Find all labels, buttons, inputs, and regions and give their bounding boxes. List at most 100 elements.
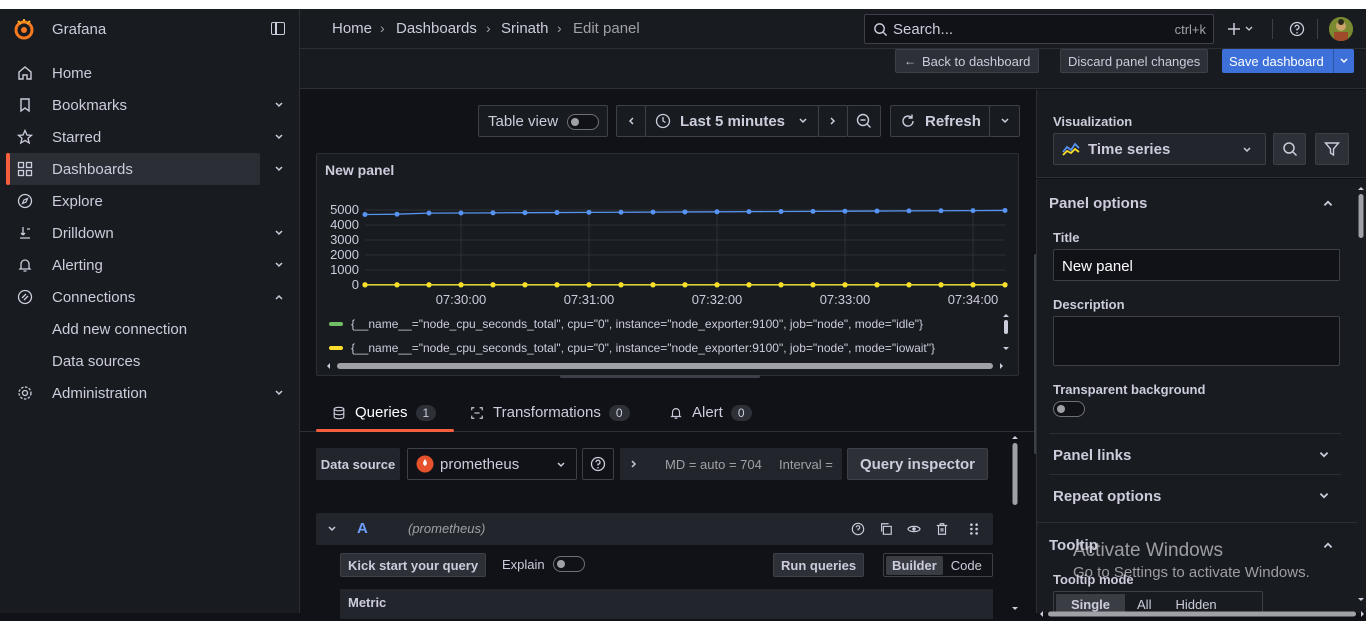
sidebar-item-administration[interactable]: Administration (6, 377, 283, 409)
avatar[interactable] (1329, 17, 1353, 41)
options-scrollbar[interactable] (1357, 184, 1365, 604)
help-button[interactable] (1287, 19, 1307, 39)
back-to-dashboard-button[interactable]: ← Back to dashboard (895, 49, 1040, 73)
sidebar-item-alerting[interactable]: Alerting (6, 249, 283, 281)
search-input[interactable]: Search... ctrl+k (864, 14, 1214, 44)
refresh-button[interactable]: Refresh (890, 105, 990, 137)
legend-item-iowait[interactable]: {__name__="node_cpu_seconds_total", cpu=… (329, 341, 935, 355)
tab-count-badge: 1 (415, 404, 437, 421)
tab-label: Alert (692, 404, 723, 421)
sidebar-item-dashboards[interactable]: Dashboards (6, 153, 283, 185)
chevron-down-icon[interactable] (1333, 49, 1354, 73)
series-point-0 (874, 208, 880, 214)
legend-label: {__name__="node_cpu_seconds_total", cpu=… (351, 317, 924, 331)
chevron-down-icon[interactable] (1318, 490, 1330, 502)
zoom-out-button[interactable] (847, 105, 881, 137)
chevron-down-icon[interactable] (1318, 449, 1330, 461)
discard-panel-changes-button[interactable]: Discard panel changes (1060, 49, 1209, 73)
data-source-select[interactable]: prometheus (407, 448, 577, 480)
eye-icon[interactable] (907, 522, 921, 536)
query-scrollbar[interactable] (1011, 433, 1019, 613)
legend-horizontal-scrollbar[interactable] (325, 358, 1005, 369)
time-range-picker[interactable]: Last 5 minutes (645, 105, 819, 137)
chevron-down-icon[interactable] (272, 162, 286, 176)
resize-handle[interactable] (560, 375, 760, 378)
series-point-2 (842, 282, 848, 288)
filter-options-button[interactable] (1315, 133, 1349, 165)
chevron-down-icon[interactable] (272, 226, 286, 240)
title-field[interactable]: New panel (1053, 249, 1340, 281)
builder-mode-option[interactable]: Builder (886, 555, 943, 575)
refresh-interval-button[interactable] (989, 105, 1020, 137)
repeat-options-header[interactable]: Repeat options (1053, 488, 1161, 505)
series-point-0 (970, 208, 976, 214)
tab-queries[interactable]: Queries 1 (332, 404, 437, 421)
options-horizontal-scrollbar[interactable] (1038, 605, 1366, 617)
series-point-0 (618, 209, 624, 215)
query-ref-id[interactable]: A (357, 520, 368, 537)
table-view-toggle[interactable]: Table view (478, 105, 608, 137)
table-view-switch[interactable] (567, 114, 599, 130)
time-forward-button[interactable] (818, 105, 848, 137)
breadcrumb-dashboards[interactable]: Dashboards (396, 20, 477, 37)
chevron-right-icon (830, 117, 836, 125)
x-tick-label: 07:31:00 (564, 292, 615, 307)
chevron-down-icon[interactable] (272, 386, 286, 400)
sidebar-item-explore[interactable]: Explore (6, 185, 260, 217)
app-name: Grafana (52, 20, 107, 38)
panel-options-header[interactable]: Panel options (1049, 195, 1147, 212)
description-field[interactable] (1053, 316, 1340, 366)
query-inspector-button[interactable]: Query inspector (847, 448, 988, 480)
y-tick-label: 2000 (330, 247, 359, 262)
sidebar-item-bookmarks[interactable]: Bookmarks (6, 89, 283, 121)
chevron-down-icon[interactable] (327, 524, 337, 534)
sidebar-subitem-add-new-connection[interactable]: Add new connection (52, 321, 187, 338)
plus-icon (1228, 23, 1253, 35)
chevron-down-icon[interactable] (272, 258, 286, 272)
tab-alert[interactable]: Alert 0 (669, 404, 752, 421)
run-queries-button[interactable]: Run queries (773, 553, 865, 577)
sidebar-item-starred[interactable]: Starred (6, 121, 283, 153)
save-dashboard-button[interactable]: Save dashboard (1222, 49, 1354, 73)
home-icon (17, 65, 33, 81)
sidebar-subitem-data-sources[interactable]: Data sources (52, 353, 140, 370)
chevron-up-icon[interactable] (272, 290, 286, 304)
copy-icon[interactable] (879, 522, 893, 536)
dock-menu-icon[interactable] (271, 22, 285, 35)
search-options-button[interactable] (1273, 133, 1306, 165)
series-point-0 (778, 209, 784, 214)
legend-scrollbar[interactable] (1002, 312, 1010, 352)
drilldown-icon (17, 225, 33, 241)
query-options-toggle[interactable]: MD = auto = 704 Interval = (620, 448, 842, 480)
series-point-2 (778, 282, 784, 288)
description-field-label: Description (1053, 297, 1125, 312)
series-point-2 (938, 282, 944, 288)
series-point-0 (1002, 207, 1008, 213)
brand[interactable]: Grafana (0, 9, 299, 49)
legend-item-idle[interactable]: {__name__="node_cpu_seconds_total", cpu=… (329, 317, 923, 331)
breadcrumb-srinath[interactable]: Srinath (501, 20, 549, 37)
kick-start-query-button[interactable]: Kick start your query (340, 553, 487, 577)
breadcrumb-home[interactable]: Home (332, 20, 372, 37)
visualization-select[interactable]: Time series (1053, 133, 1266, 165)
new-menu-button[interactable] (1226, 19, 1258, 39)
time-back-button[interactable] (616, 105, 646, 137)
help-icon[interactable] (851, 522, 865, 536)
trash-icon[interactable] (935, 522, 949, 536)
chevron-down-icon[interactable] (272, 98, 286, 112)
chevron-up-icon[interactable] (1322, 197, 1334, 209)
sidebar-item-connections[interactable]: Connections (6, 281, 283, 313)
panel-links-header[interactable]: Panel links (1053, 447, 1131, 464)
transparent-background-toggle[interactable] (1053, 401, 1085, 417)
chevron-down-icon[interactable] (272, 130, 286, 144)
explain-label: Explain (502, 557, 545, 572)
tab-transformations[interactable]: Transformations 0 (470, 404, 630, 421)
code-mode-option[interactable]: Code (951, 558, 982, 573)
data-source-help-button[interactable] (582, 448, 614, 480)
chevron-up-icon[interactable] (1322, 539, 1334, 551)
explain-toggle[interactable] (553, 556, 585, 572)
sidebar-item-home[interactable]: Home (6, 57, 260, 89)
query-row-header[interactable]: A (prometheus) (316, 513, 993, 545)
drag-handle-icon[interactable] (969, 522, 979, 536)
sidebar-item-drilldown[interactable]: Drilldown (6, 217, 283, 249)
